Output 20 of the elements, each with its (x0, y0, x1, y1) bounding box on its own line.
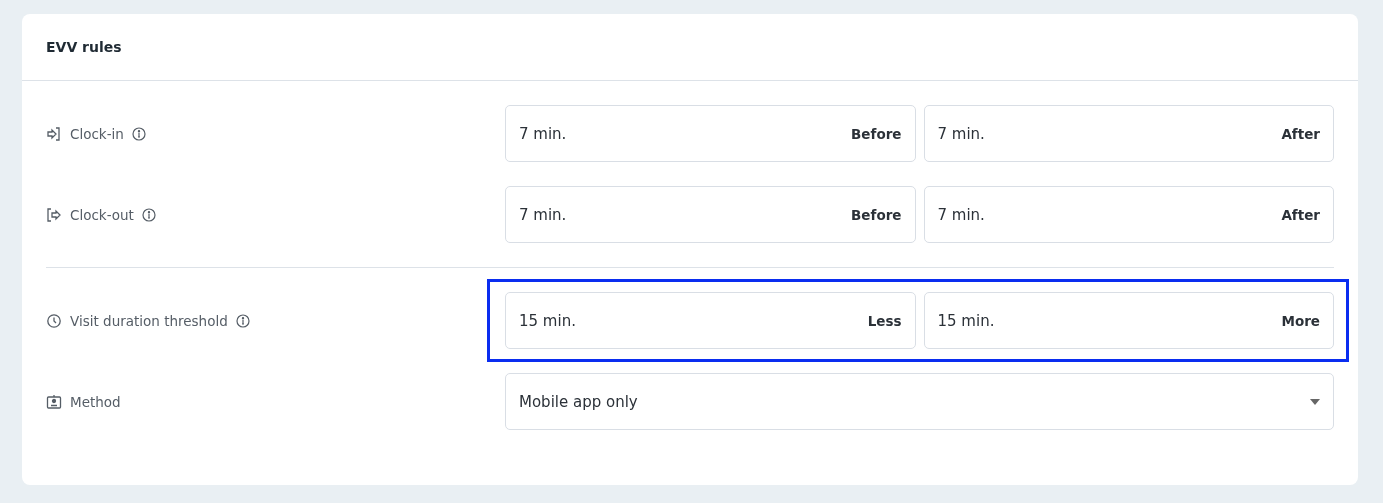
minutes-field[interactable]: 15 min. More (923, 292, 1334, 349)
logout-icon (46, 206, 62, 223)
login-icon (46, 125, 62, 142)
rule-label: Visit duration threshold (70, 312, 228, 329)
minutes-field[interactable]: 7 min. Before (505, 105, 916, 162)
minutes-field[interactable]: 7 min. After (923, 105, 1334, 162)
info-icon[interactable] (235, 313, 250, 328)
minutes-field[interactable]: 7 min. Before (505, 186, 916, 243)
minutes-field[interactable]: 15 min. Less (505, 292, 916, 349)
card-title: EVV rules (46, 39, 122, 55)
rule-label: Clock-in (70, 125, 124, 142)
id-badge-icon (46, 393, 62, 410)
method-dropdown[interactable]: Mobile app only (505, 373, 1334, 430)
caret-icon (1310, 398, 1320, 405)
clock-icon (46, 312, 62, 329)
info-icon[interactable] (131, 126, 146, 141)
info-icon[interactable] (141, 207, 156, 222)
minutes-field[interactable]: 7 min. After (923, 186, 1334, 243)
rule-label: Clock-out (70, 206, 134, 223)
rule-label: Method (70, 393, 121, 410)
